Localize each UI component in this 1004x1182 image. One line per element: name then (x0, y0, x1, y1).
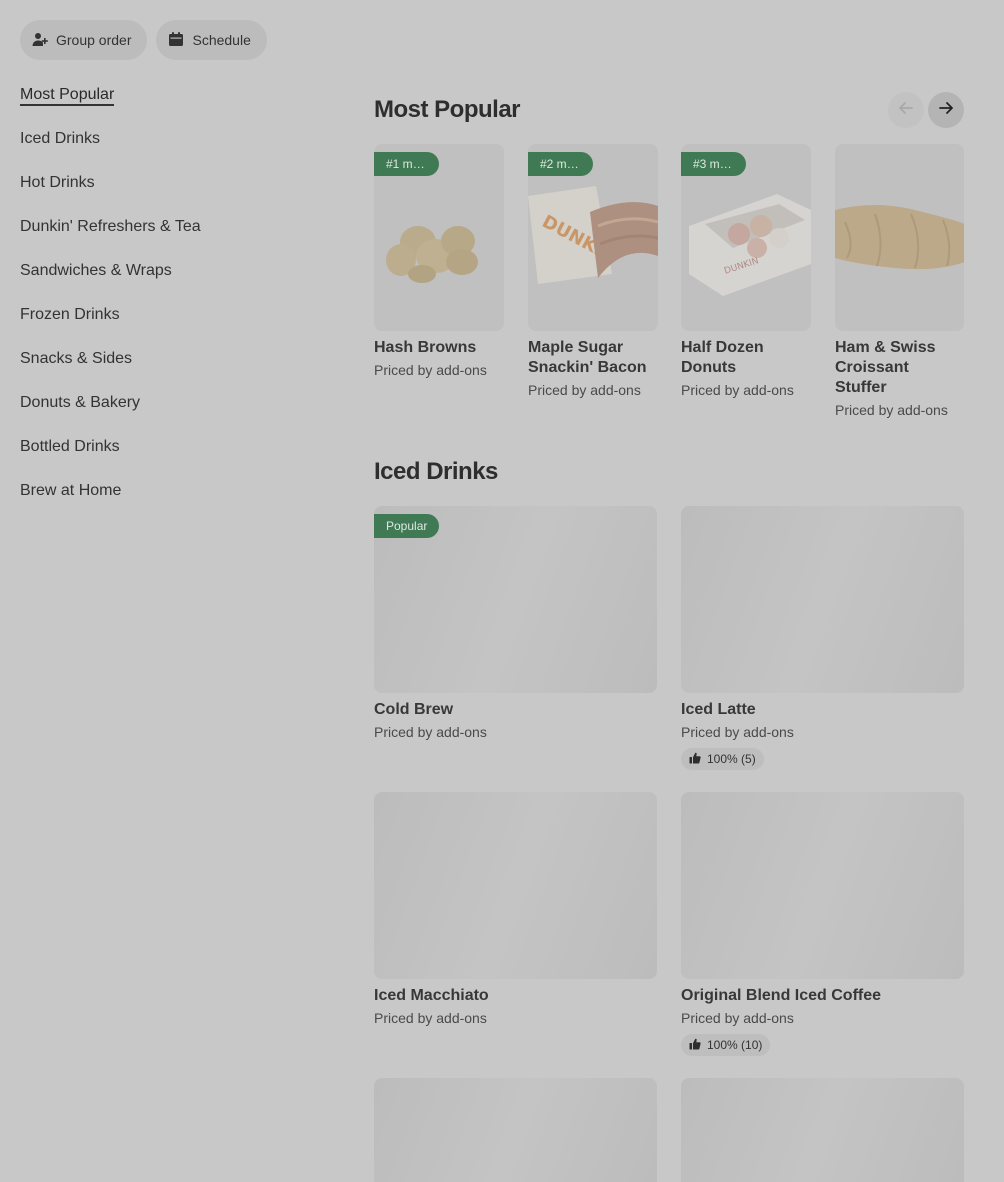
popular-item-card[interactable]: #1 most liked Hash Browns Priced by add-… (374, 144, 504, 380)
item-image-placeholder (681, 1078, 964, 1182)
add-person-icon (32, 31, 48, 50)
sidebar-item-frozen-drinks[interactable]: Frozen Drinks (20, 302, 320, 346)
sidebar-item-label: Snacks & Sides (20, 350, 133, 367)
popular-item-card[interactable]: Ham & Swiss Croissant Stuffer Priced by … (835, 144, 964, 420)
item-name: Cold Brew (374, 701, 454, 718)
sidebar-item-refreshers-tea[interactable]: Dunkin' Refreshers & Tea (20, 214, 320, 258)
group-order-button[interactable]: Group order (20, 20, 148, 60)
sidebar-item-label: Hot Drinks (20, 174, 95, 191)
rating-badge: 100% (5) (681, 748, 764, 770)
popular-badge: Popular (374, 514, 440, 538)
sidebar-item-label: Bottled Drinks (20, 438, 120, 455)
sidebar-item-donuts-bakery[interactable]: Donuts & Bakery (20, 390, 320, 434)
item-name: Hash Browns (374, 339, 477, 356)
schedule-button[interactable]: Schedule (156, 20, 267, 60)
rank-badge: #1 most liked (374, 152, 439, 176)
item-name: Ham & Swiss Croissant Stuffer (835, 339, 936, 396)
sidebar-item-hot-drinks[interactable]: Hot Drinks (20, 170, 320, 214)
carousel-prev-button[interactable] (888, 92, 924, 128)
popular-item-card[interactable]: DUNKIN #2 most liked Maple Sugar Snackin… (528, 144, 658, 400)
sidebar-item-snacks-sides[interactable]: Snacks & Sides (20, 346, 320, 390)
item-image-placeholder: Popular (374, 506, 657, 693)
menu-item-card[interactable] (681, 1078, 964, 1182)
item-image-placeholder (681, 506, 964, 693)
category-sidebar: Most Popular Iced Drinks Hot Drinks Dunk… (20, 82, 320, 522)
most-popular-heading: Most Popular (374, 96, 521, 123)
item-image-placeholder (374, 792, 657, 979)
sidebar-item-sandwiches-wraps[interactable]: Sandwiches & Wraps (20, 258, 320, 302)
sidebar-item-label: Most Popular (20, 86, 115, 106)
item-image-placeholder (681, 792, 964, 979)
sidebar-item-label: Donuts & Bakery (20, 394, 141, 411)
item-price: Priced by add-ons (374, 362, 487, 378)
item-image-placeholder (374, 1078, 657, 1182)
item-price: Priced by add-ons (681, 382, 794, 398)
sidebar-item-label: Frozen Drinks (20, 306, 120, 323)
thumbs-up-icon (689, 1038, 701, 1053)
sidebar-item-label: Brew at Home (20, 482, 122, 499)
sidebar-item-brew-at-home[interactable]: Brew at Home (20, 478, 320, 522)
rating-text: 100% (10) (707, 1038, 763, 1052)
item-price: Priced by add-ons (681, 724, 794, 740)
sidebar-item-label: Sandwiches & Wraps (20, 262, 172, 279)
item-price: Priced by add-ons (374, 724, 487, 740)
item-name: Half Dozen Donuts (681, 339, 764, 376)
hash-browns-image: #1 most liked (374, 144, 504, 331)
croissant-image (835, 144, 964, 331)
calendar-icon (168, 31, 184, 50)
item-name: Iced Macchiato (374, 987, 489, 1004)
sidebar-item-iced-drinks[interactable]: Iced Drinks (20, 126, 320, 170)
item-price: Priced by add-ons (835, 402, 948, 418)
donut-box-image: DUNKIN #3 most liked (681, 144, 811, 331)
sidebar-item-most-popular[interactable]: Most Popular (20, 82, 320, 126)
schedule-label: Schedule (192, 32, 251, 48)
sidebar-item-bottled-drinks[interactable]: Bottled Drinks (20, 434, 320, 478)
arrow-left-icon (898, 100, 914, 121)
item-name: Maple Sugar Snackin' Bacon (528, 339, 647, 376)
item-price: Priced by add-ons (374, 1010, 487, 1026)
sidebar-item-label: Dunkin' Refreshers & Tea (20, 218, 201, 235)
arrow-right-icon (938, 100, 954, 121)
top-actions: Group order Schedule (20, 20, 267, 60)
carousel-controls (888, 92, 964, 128)
rating-badge: 100% (10) (681, 1034, 771, 1056)
item-price: Priced by add-ons (681, 1010, 794, 1026)
menu-item-card[interactable]: Popular Cold Brew Priced by add-ons (374, 506, 657, 742)
carousel-next-button[interactable] (928, 92, 964, 128)
popular-item-card[interactable]: DUNKIN #3 most liked Half Dozen Donuts P… (681, 144, 811, 400)
menu-item-card[interactable]: Original Blend Iced Coffee Priced by add… (681, 792, 964, 1056)
item-price: Priced by add-ons (528, 382, 641, 398)
menu-item-card[interactable]: Iced Macchiato Priced by add-ons (374, 792, 657, 1028)
thumbs-up-icon (689, 752, 701, 767)
group-order-label: Group order (56, 32, 132, 48)
menu-item-card[interactable] (374, 1078, 657, 1182)
bacon-image: DUNKIN #2 most liked (528, 144, 658, 331)
item-name: Original Blend Iced Coffee (681, 987, 882, 1004)
menu-item-card[interactable]: Iced Latte Priced by add-ons 100% (5) (681, 506, 964, 770)
rank-badge: #3 most liked (681, 152, 746, 176)
rating-text: 100% (5) (707, 752, 756, 766)
item-name: Iced Latte (681, 701, 756, 718)
iced-drinks-heading: Iced Drinks (374, 458, 498, 485)
sidebar-item-label: Iced Drinks (20, 130, 101, 147)
rank-badge: #2 most liked (528, 152, 593, 176)
